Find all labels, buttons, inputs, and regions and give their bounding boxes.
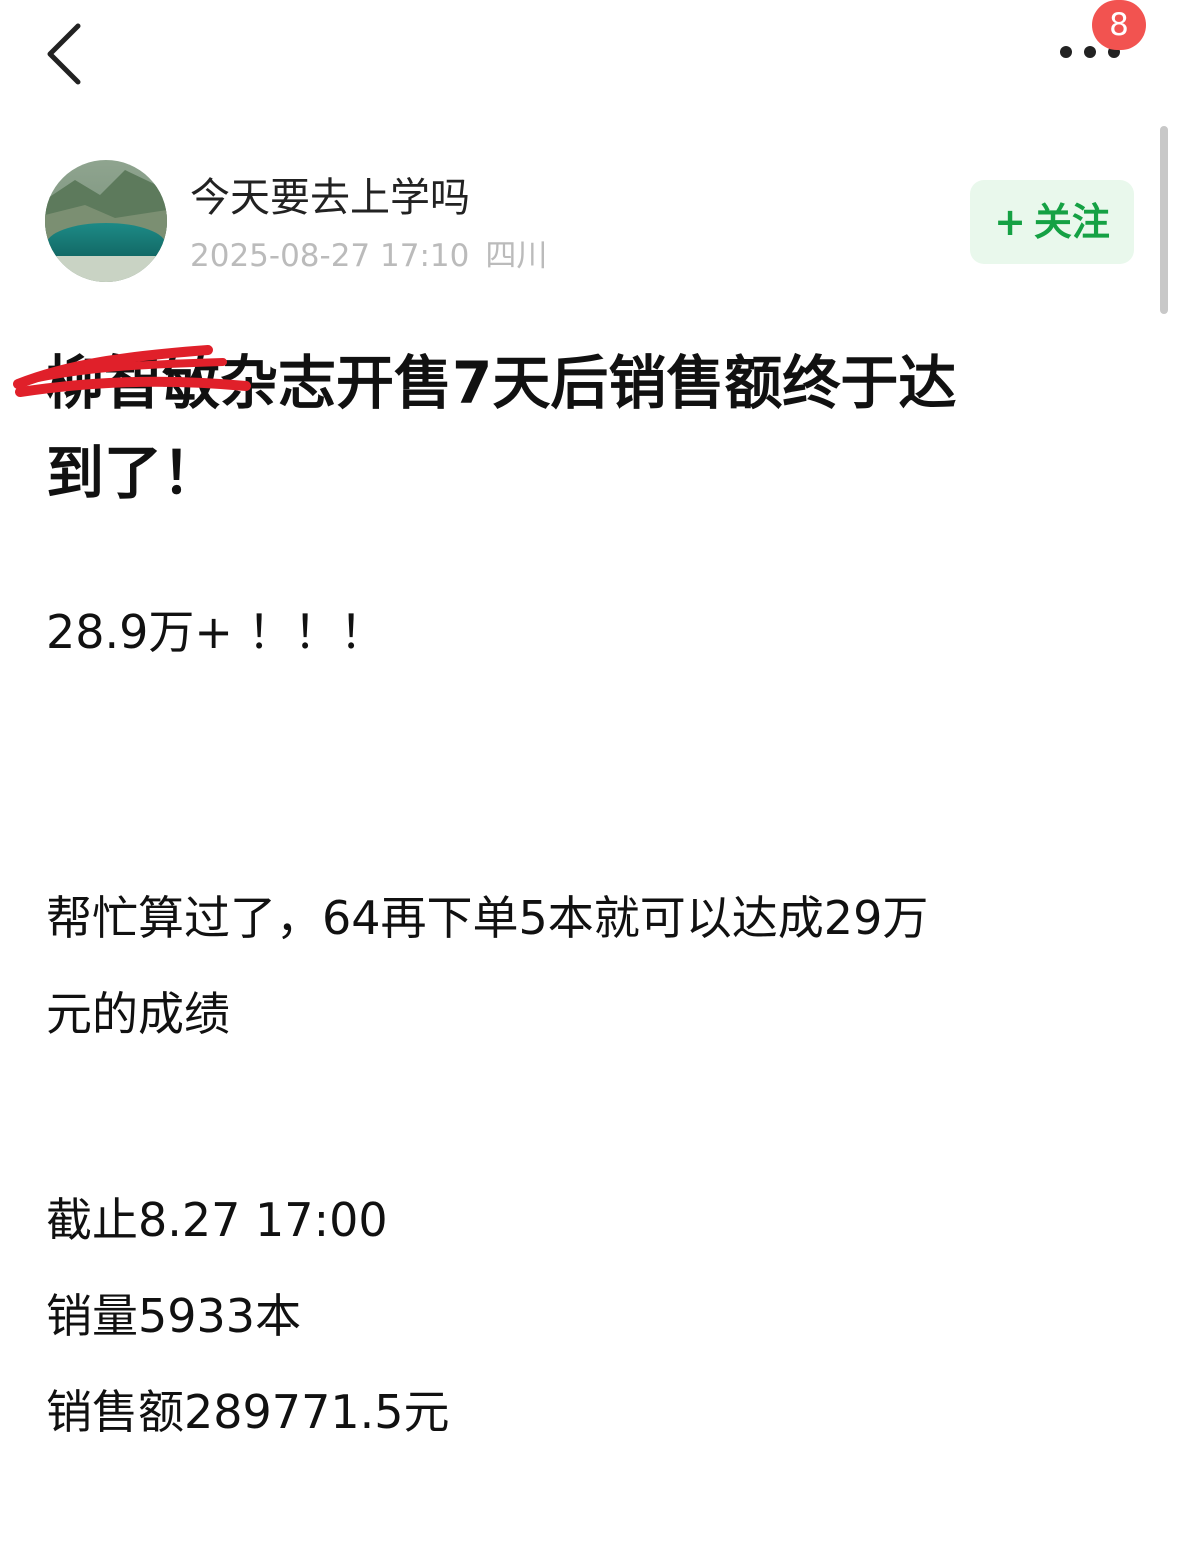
- paragraph-2-line-2: 元的成绩: [46, 987, 230, 1041]
- notification-badge: 8: [1092, 0, 1146, 50]
- post-paragraph-3: 截止8.27 17:00 销量5933本 销售额289771.5元: [46, 1172, 450, 1460]
- author-name[interactable]: 今天要去上学吗: [190, 170, 470, 226]
- post-title: 柳智敏杂志开售7天后销售额终于达到了！: [46, 338, 1126, 518]
- plus-icon: +: [994, 200, 1026, 244]
- post-date: 2025-08-27 17:10: [190, 238, 470, 274]
- chevron-left-icon: [47, 23, 81, 85]
- post-meta: 2025-08-27 17:10 四川: [190, 234, 547, 278]
- scrollbar[interactable]: [1160, 126, 1168, 314]
- title-text-line2: 到了！: [46, 439, 221, 507]
- post-paragraph-2: 帮忙算过了，64再下单5本就可以达成29万 元的成绩: [46, 870, 928, 1062]
- sales-amount-line: 销售额289771.5元: [46, 1385, 450, 1439]
- lake-landscape-avatar: [45, 160, 167, 282]
- post-paragraph-1: 28.9万+ ！！！: [46, 605, 386, 659]
- title-redacted-name: 柳智敏: [46, 349, 221, 417]
- post-location: 四川: [485, 238, 548, 274]
- sales-volume-line: 销量5933本: [46, 1289, 302, 1343]
- deadline-line: 截止8.27 17:00: [46, 1193, 388, 1247]
- paragraph-2-line-1: 帮忙算过了，64再下单5本就可以达成29万: [46, 891, 929, 945]
- title-text-line1: 杂志开售7天后销售额终于达: [220, 349, 957, 417]
- avatar[interactable]: [45, 160, 167, 282]
- follow-button[interactable]: + 关注: [970, 180, 1134, 264]
- follow-label: 关注: [1033, 200, 1110, 244]
- back-button[interactable]: [38, 18, 98, 88]
